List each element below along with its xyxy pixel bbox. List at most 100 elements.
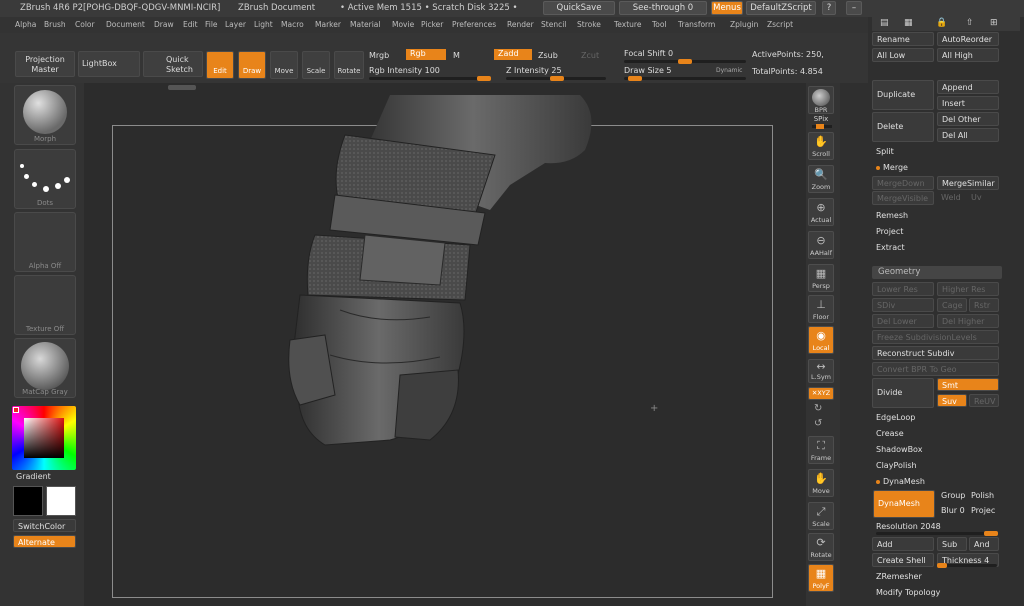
menu-transform[interactable]: Transform xyxy=(678,20,715,29)
autoreorder-button[interactable]: AutoReorder xyxy=(937,32,999,46)
rotate-button[interactable]: Rotate xyxy=(334,51,364,79)
rotate-view-button[interactable]: ⟳ Rotate xyxy=(808,533,834,561)
quicksave-button[interactable]: QuickSave xyxy=(543,1,615,15)
rotate-y-icon[interactable]: ↺ xyxy=(814,418,822,429)
delete-button[interactable]: Delete xyxy=(872,112,934,142)
mergevisible-button[interactable]: MergeVisible xyxy=(872,191,934,205)
mergedown-button[interactable]: MergeDown xyxy=(872,176,934,190)
scale-button[interactable]: Scale xyxy=(302,51,330,79)
quick-sketch-button[interactable]: Quick Sketch xyxy=(143,51,203,77)
menu-macro[interactable]: Macro xyxy=(281,20,304,29)
zoom-button[interactable]: 🔍 Zoom xyxy=(808,165,834,193)
menu-brush[interactable]: Brush xyxy=(44,20,66,29)
menu-alpha[interactable]: Alpha xyxy=(15,20,36,29)
rotate-axis-icon[interactable]: ↻ xyxy=(814,403,822,414)
menus-button[interactable]: Menus xyxy=(711,1,743,15)
menu-material[interactable]: Material xyxy=(350,20,380,29)
material-selector[interactable]: MatCap Gray xyxy=(14,338,76,398)
m-button[interactable]: M xyxy=(453,51,460,60)
reconstruct-subdiv-button[interactable]: Reconstruct Subdiv xyxy=(872,346,999,360)
dynamesh-button[interactable]: DynaMesh xyxy=(873,490,935,518)
persp-button[interactable]: ▦ Persp xyxy=(808,264,834,292)
projection-master-button[interactable]: Projection Master xyxy=(15,51,75,77)
zsub-button[interactable]: Zsub xyxy=(538,51,558,60)
alpha-selector[interactable]: Alpha Off xyxy=(14,212,76,272)
del-other-button[interactable]: Del Other xyxy=(937,112,999,126)
and-button[interactable]: And xyxy=(969,537,999,551)
add-button[interactable]: Add xyxy=(872,537,934,551)
lock-icon[interactable]: 🔒 xyxy=(936,18,947,28)
resolution-track[interactable] xyxy=(876,531,998,536)
sculpt-model-arm[interactable] xyxy=(280,95,610,465)
menu-zscript[interactable]: Zscript xyxy=(767,20,793,29)
menu-file[interactable]: File xyxy=(205,20,218,29)
remesh-button[interactable]: Remesh xyxy=(872,209,999,223)
menu-movie[interactable]: Movie xyxy=(392,20,414,29)
bpr-button[interactable]: BPR xyxy=(808,86,834,114)
default-zscript-button[interactable]: DefaultZScript xyxy=(746,1,816,15)
stroke-selector[interactable]: Dots xyxy=(14,149,76,209)
z-intensity-track[interactable] xyxy=(506,76,606,81)
divide-button[interactable]: Divide xyxy=(872,378,934,408)
lower-res-button[interactable]: Lower Res xyxy=(872,282,934,296)
scroll-button[interactable]: ✋ Scroll xyxy=(808,132,834,160)
rgb-intensity-slider[interactable]: Rgb Intensity 100 xyxy=(369,66,440,75)
mergesimilar-button[interactable]: MergeSimilar xyxy=(937,176,999,190)
menu-picker[interactable]: Picker xyxy=(421,20,443,29)
tray-divider[interactable] xyxy=(840,83,868,606)
alternate-button[interactable]: Alternate xyxy=(13,535,76,548)
brush-selector[interactable]: Morph xyxy=(14,85,76,145)
sub-button[interactable]: Sub xyxy=(937,537,967,551)
zremesher-button[interactable]: ZRemesher xyxy=(872,570,999,584)
group-toggle[interactable]: Group xyxy=(937,489,967,502)
del-all-button[interactable]: Del All xyxy=(937,128,999,142)
zcut-button[interactable]: Zcut xyxy=(581,51,599,60)
rgb-button[interactable]: Rgb xyxy=(406,49,446,60)
menu-stencil[interactable]: Stencil xyxy=(541,20,566,29)
weld-button[interactable]: Weld xyxy=(937,191,967,205)
dynamesh-section[interactable]: DynaMesh xyxy=(872,475,999,489)
blur-slider[interactable]: Blur 0 xyxy=(937,504,967,517)
all-high-button[interactable]: All High xyxy=(937,48,999,62)
dynamic-button[interactable]: Dynamic xyxy=(716,67,742,74)
mrgb-button[interactable]: Mrgb xyxy=(369,51,389,60)
menu-preferences[interactable]: Preferences xyxy=(452,20,496,29)
polish-toggle[interactable]: Polish xyxy=(967,489,1001,502)
modify-topology-button[interactable]: Modify Topology xyxy=(872,586,999,600)
color-picker[interactable] xyxy=(12,406,76,470)
move-button[interactable]: Move xyxy=(270,51,298,79)
focal-shift-slider[interactable]: Focal Shift 0 xyxy=(624,49,673,58)
menu-render[interactable]: Render xyxy=(507,20,534,29)
scale-view-button[interactable]: ⤢ Scale xyxy=(808,502,834,530)
cage-button[interactable]: Cage xyxy=(937,298,967,312)
edgeloop-button[interactable]: EdgeLoop xyxy=(872,411,999,425)
menu-tool[interactable]: Tool xyxy=(652,20,667,29)
texture-selector[interactable]: Texture Off xyxy=(14,275,76,335)
crease-button[interactable]: Crease xyxy=(872,427,999,441)
switchcolor-button[interactable]: SwitchColor xyxy=(13,519,76,532)
spix-track[interactable] xyxy=(812,124,832,129)
draw-button[interactable]: Draw xyxy=(238,51,266,79)
all-low-button[interactable]: All Low xyxy=(872,48,934,62)
rename-button[interactable]: Rename xyxy=(872,32,934,46)
draw-size-slider[interactable]: Draw Size 5 xyxy=(624,66,672,75)
sdiv-slider[interactable]: SDiv xyxy=(872,298,934,312)
floor-button[interactable]: ⊥ Floor xyxy=(808,295,834,323)
secondary-color-swatch[interactable] xyxy=(13,486,43,516)
focal-shift-track[interactable] xyxy=(624,59,746,64)
del-lower-button[interactable]: Del Lower xyxy=(872,314,934,328)
aahalf-button[interactable]: ⊖ AAHalf xyxy=(808,231,834,259)
actual-button[interactable]: ⊕ Actual xyxy=(808,198,834,226)
claypolish-button[interactable]: ClayPolish xyxy=(872,459,999,473)
rstr-button[interactable]: Rstr xyxy=(969,298,999,312)
shadowbox-button[interactable]: ShadowBox xyxy=(872,443,999,457)
lsym-button[interactable]: ↔ L.Sym xyxy=(808,359,834,383)
merge-section[interactable]: Merge xyxy=(872,161,999,175)
create-shell-button[interactable]: Create Shell xyxy=(872,553,934,567)
menu-document[interactable]: Document xyxy=(106,20,145,29)
main-color-swatch[interactable] xyxy=(46,486,76,516)
suv-toggle[interactable]: Suv xyxy=(937,394,967,407)
menu-marker[interactable]: Marker xyxy=(315,20,341,29)
higher-res-button[interactable]: Higher Res xyxy=(937,282,999,296)
zadd-button[interactable]: Zadd xyxy=(494,49,532,60)
